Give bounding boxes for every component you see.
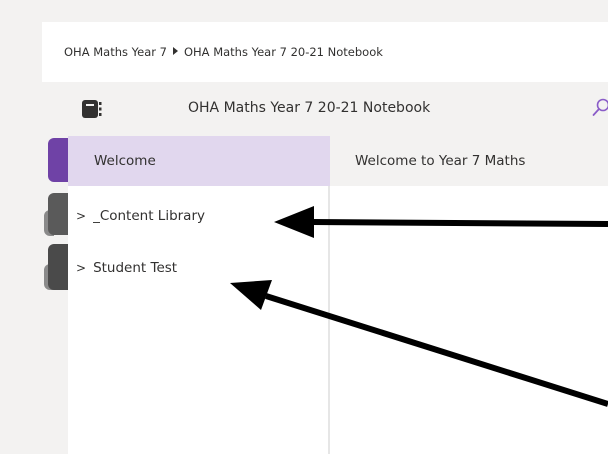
page-title: Welcome to Year 7 Maths [355,153,526,169]
page-item-welcome[interactable]: Welcome [68,136,330,186]
section-group-label: Student Test [93,260,178,276]
section-group-content-library[interactable]: > _Content Library [76,208,205,224]
section-tabs [0,0,68,454]
page-list: > _Content Library > Student Test [68,186,330,454]
notebook-panel: OHA Maths Year 7 20-21 Notebook Welcome … [68,82,608,454]
section-group-student-test[interactable]: > Student Test [76,260,177,276]
section-tab-welcome[interactable] [48,138,68,182]
section-tab-student-test[interactable] [48,244,68,290]
notebook-title: OHA Maths Year 7 20-21 Notebook [188,100,431,116]
notebook-header: OHA Maths Year 7 20-21 Notebook [68,82,608,136]
chevron-right-icon[interactable]: > [76,209,86,223]
breadcrumb-separator-icon [172,47,178,55]
notebook-icon[interactable] [81,99,103,123]
search-icon[interactable] [592,98,608,122]
breadcrumb-item-class[interactable]: OHA Maths Year 7 [64,45,167,59]
section-group-label: _Content Library [93,208,205,224]
chevron-right-icon[interactable]: > [76,261,86,275]
page-content-area[interactable] [330,186,608,454]
breadcrumb: OHA Maths Year 7 OHA Maths Year 7 20-21 … [42,22,608,82]
section-tab-content-library[interactable] [48,193,68,235]
breadcrumb-item-notebook[interactable]: OHA Maths Year 7 20-21 Notebook [184,45,383,59]
page-item-label: Welcome [94,153,156,169]
page-title-bar[interactable]: Welcome to Year 7 Maths [330,136,608,186]
